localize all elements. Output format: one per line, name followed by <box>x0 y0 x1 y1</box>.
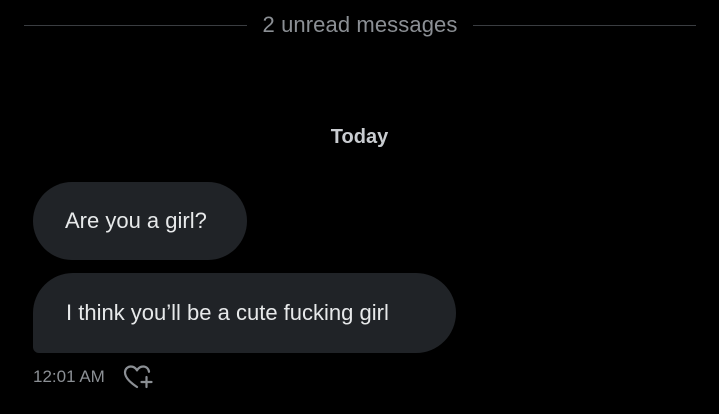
unread-divider: 2 unread messages <box>24 10 696 40</box>
message-text: I think you’ll be a cute fucking girl <box>66 300 389 325</box>
unread-messages-label: 2 unread messages <box>262 12 458 37</box>
message-bubble[interactable]: I think you’ll be a cute fucking girl <box>33 273 456 353</box>
heart-plus-icon <box>123 365 153 389</box>
message-text: Are you a girl? <box>65 208 207 233</box>
message-bubble[interactable]: Are you a girl? <box>33 182 247 260</box>
date-separator: Today <box>330 126 389 148</box>
message-meta: 12:01 AM <box>33 362 155 392</box>
add-reaction-button[interactable] <box>121 362 155 392</box>
divider-line-right <box>473 24 696 26</box>
divider-line-left <box>24 24 247 26</box>
message-timestamp: 12:01 AM <box>33 367 105 386</box>
